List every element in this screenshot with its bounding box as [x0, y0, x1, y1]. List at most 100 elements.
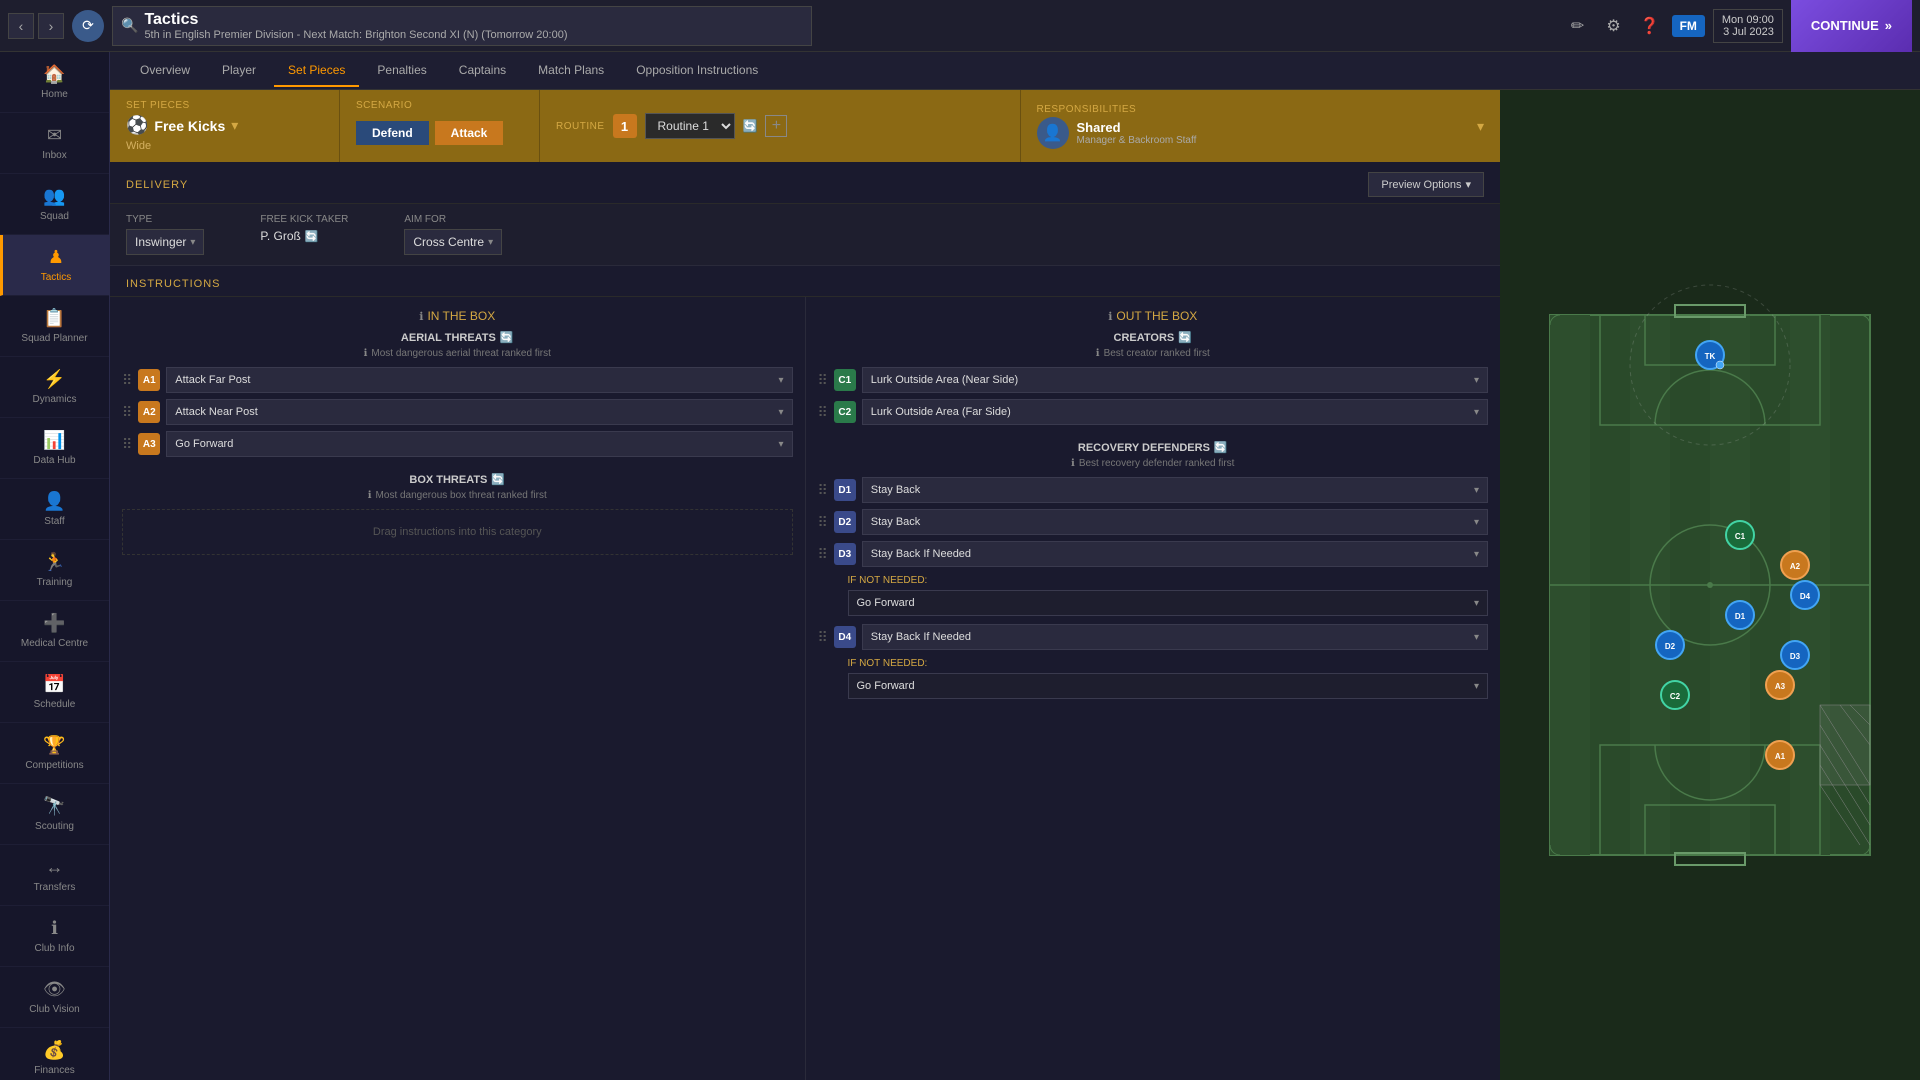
c2-select[interactable]: Lurk Outside Area (Far Side) ▾ — [862, 399, 1488, 425]
drag-handle[interactable]: ⠿ — [818, 629, 828, 646]
sidebar-item-scouting[interactable]: 🔭 Scouting — [0, 784, 109, 845]
sidebar-item-club-info[interactable]: ℹ Club Info — [0, 906, 109, 967]
sidebar: 🏠 Home ✉ Inbox 👥 Squad ♟ Tactics 📋 Squad… — [0, 52, 110, 1080]
svg-text:TK: TK — [1705, 352, 1716, 361]
drag-handle[interactable]: ⠿ — [122, 372, 132, 389]
if-not-needed-select-2[interactable]: Go Forward ▾ — [848, 673, 1489, 699]
sidebar-item-inbox[interactable]: ✉ Inbox — [0, 113, 109, 174]
creators-title: CREATORS 🔄 — [818, 331, 1489, 344]
sidebar-item-dynamics[interactable]: ⚡ Dynamics — [0, 357, 109, 418]
svg-text:D2: D2 — [1665, 642, 1676, 651]
drag-handle[interactable]: ⠿ — [818, 372, 828, 389]
sidebar-item-tactics[interactable]: ♟ Tactics — [0, 235, 109, 296]
attack-button[interactable]: Attack — [435, 121, 504, 145]
sidebar-item-transfers[interactable]: ↔ Transfers — [0, 845, 109, 906]
d2-select[interactable]: Stay Back ▾ — [862, 509, 1488, 535]
routine-number: 1 — [613, 114, 637, 138]
responsibilities-dropdown[interactable]: ▾ — [1477, 118, 1484, 135]
c1-select[interactable]: Lurk Outside Area (Near Side) ▾ — [862, 367, 1488, 393]
drag-handle[interactable]: ⠿ — [818, 546, 828, 563]
sidebar-item-finances[interactable]: 💰 Finances — [0, 1028, 109, 1080]
edit-icon-button[interactable]: ✏ — [1564, 12, 1592, 40]
continue-button[interactable]: CONTINUE » — [1791, 0, 1912, 52]
badge-d1: D1 — [834, 479, 856, 501]
a2-select[interactable]: Attack Near Post ▾ — [166, 399, 792, 425]
date-display: Mon 09:00 3 Jul 2023 — [1713, 9, 1783, 43]
if-not-needed-2: IF NOT NEEDED: Go Forward ▾ — [818, 658, 1489, 699]
refresh-icon[interactable]: 🔄 — [305, 230, 319, 243]
refresh-icon[interactable]: 🔄 — [491, 473, 505, 486]
aim-for-label: AIM FOR — [404, 214, 502, 225]
refresh-icon[interactable]: 🔄 — [1214, 441, 1228, 454]
tab-match-plans[interactable]: Match Plans — [524, 55, 618, 87]
drag-handle[interactable]: ⠿ — [818, 404, 828, 421]
scenario-buttons: Defend Attack — [356, 121, 523, 145]
badge-c1: C1 — [834, 369, 856, 391]
info-icon-button[interactable]: ❓ — [1636, 12, 1664, 40]
search-title-area: Tactics 5th in English Premier Division … — [144, 11, 567, 41]
sidebar-item-schedule[interactable]: 📅 Schedule — [0, 662, 109, 723]
a1-select[interactable]: Attack Far Post ▾ — [166, 367, 792, 393]
sidebar-item-data-hub[interactable]: 📊 Data Hub — [0, 418, 109, 479]
chevron-down-icon: ▾ — [1474, 681, 1479, 692]
sidebar-item-medical-centre[interactable]: ➕ Medical Centre — [0, 601, 109, 662]
sidebar-item-squad[interactable]: 👥 Squad — [0, 174, 109, 235]
tab-penalties[interactable]: Penalties — [363, 55, 440, 87]
club-info-icon: ℹ — [51, 918, 58, 939]
freekick-taker-label: FREE KICK TAKER — [260, 214, 348, 225]
sidebar-item-home[interactable]: 🏠 Home — [0, 52, 109, 113]
data-hub-icon: 📊 — [43, 430, 65, 451]
sidebar-item-competitions[interactable]: 🏆 Competitions — [0, 723, 109, 784]
sidebar-item-club-vision[interactable]: 👁 Club Vision — [0, 967, 109, 1028]
free-kicks-sub: Wide — [126, 140, 323, 152]
badge-a1: A1 — [138, 369, 160, 391]
drag-handle[interactable]: ⠿ — [122, 404, 132, 421]
right-panel-field: TK D1 D2 D3 D4 — [1500, 90, 1920, 1080]
tab-overview[interactable]: Overview — [126, 55, 204, 87]
tab-player[interactable]: Player — [208, 55, 270, 87]
badge-d3: D3 — [834, 543, 856, 565]
type-select[interactable]: Inswinger ▾ — [126, 229, 204, 255]
defend-button[interactable]: Defend — [356, 121, 429, 145]
preview-options-button[interactable]: Preview Options ▾ — [1368, 172, 1484, 197]
dynamics-icon: ⚡ — [43, 369, 65, 390]
nav-forward-button[interactable]: › — [38, 13, 64, 39]
in-box-panel: ℹ IN THE BOX AERIAL THREATS 🔄 ℹ Most dan… — [110, 297, 806, 1080]
chevron-down-icon: ▾ — [1474, 598, 1479, 609]
tab-captains[interactable]: Captains — [445, 55, 520, 87]
add-routine-button[interactable]: + — [765, 115, 787, 137]
tab-opposition-instructions[interactable]: Opposition Instructions — [622, 55, 772, 87]
main-content: Overview Player Set Pieces Penalties Cap… — [110, 52, 1920, 1080]
d4-select[interactable]: Stay Back If Needed ▾ — [862, 624, 1488, 650]
routine-label: ROUTINE — [556, 121, 605, 132]
d3-select[interactable]: Stay Back If Needed ▾ — [862, 541, 1488, 567]
sidebar-item-training[interactable]: 🏃 Training — [0, 540, 109, 601]
aim-for-select[interactable]: Cross Centre ▾ — [404, 229, 502, 255]
date-year: 3 Jul 2023 — [1722, 26, 1774, 38]
chevron-down-icon: ▾ — [1465, 178, 1471, 191]
help-icon-button[interactable]: ⚙ — [1600, 12, 1628, 40]
d1-select[interactable]: Stay Back ▾ — [862, 477, 1488, 503]
drag-drop-area[interactable]: Drag instructions into this category — [122, 509, 793, 555]
drag-handle[interactable]: ⠿ — [818, 514, 828, 531]
instruction-d2-row: ⠿ D2 Stay Back ▾ — [818, 509, 1489, 535]
finances-icon: 💰 — [43, 1040, 65, 1061]
instructions-panels: ℹ IN THE BOX AERIAL THREATS 🔄 ℹ Most dan… — [110, 297, 1500, 1080]
a3-select[interactable]: Go Forward ▾ — [166, 431, 792, 457]
chevron-down-icon: ▾ — [778, 407, 783, 418]
routine-dropdown[interactable]: Routine 1 — [645, 113, 735, 139]
free-kicks-dropdown[interactable]: ▾ — [231, 117, 238, 134]
creators-ranked-note: ℹ Best creator ranked first — [818, 348, 1489, 359]
refresh-icon[interactable]: 🔄 — [500, 331, 514, 344]
sidebar-item-staff[interactable]: 👤 Staff — [0, 479, 109, 540]
refresh-icon[interactable]: 🔄 — [1178, 331, 1192, 344]
tab-set-pieces[interactable]: Set Pieces — [274, 55, 359, 87]
nav-back-button[interactable]: ‹ — [8, 13, 34, 39]
fm-logo: FM — [1672, 15, 1705, 37]
home-button[interactable]: ⟳ — [72, 10, 104, 42]
sidebar-item-squad-planner[interactable]: 📋 Squad Planner — [0, 296, 109, 357]
drag-handle[interactable]: ⠿ — [818, 482, 828, 499]
drag-handle[interactable]: ⠿ — [122, 436, 132, 453]
if-not-needed-select-1[interactable]: Go Forward ▾ — [848, 590, 1489, 616]
staff-icon: 👤 — [43, 491, 65, 512]
